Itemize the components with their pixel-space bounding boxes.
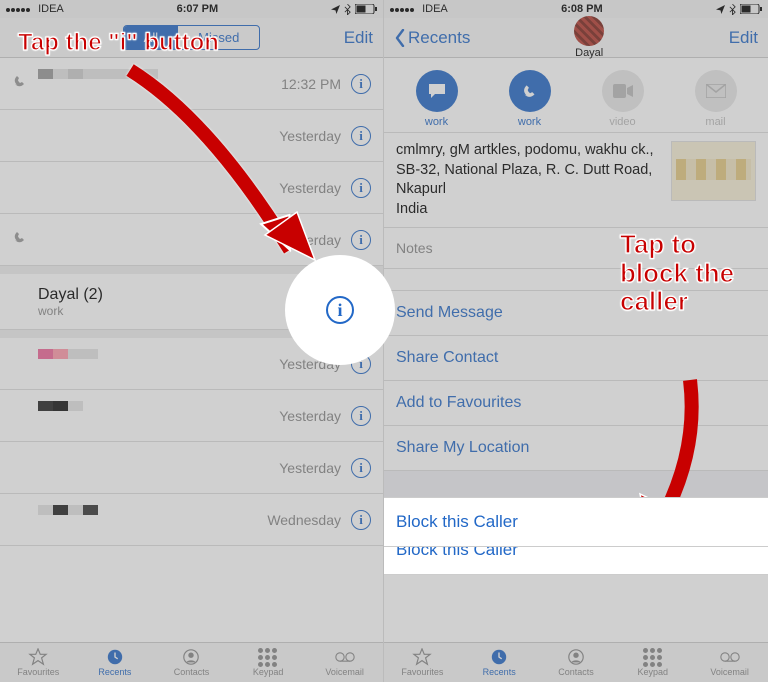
nav-bar: Recents Dayal Edit	[384, 18, 768, 58]
info-icon[interactable]: i	[351, 74, 371, 94]
tab-bar: Favourites Recents Contacts Keypad Voice…	[0, 642, 383, 682]
tab-voicemail[interactable]: Voicemail	[691, 643, 768, 682]
row-time: Yesterday	[279, 356, 341, 372]
status-time: 6:08 PM	[448, 3, 716, 15]
message-icon	[416, 70, 458, 112]
share-contact-link[interactable]: Share Contact	[384, 336, 768, 381]
avatar	[574, 16, 604, 46]
action-mail: mail	[669, 70, 762, 128]
bluetooth-icon	[344, 4, 351, 15]
screen-recents: IDEA 6:07 PM All Missed Edit 12:32 PM i …	[0, 0, 384, 682]
tab-bar: Favourites Recents Contacts Keypad Voice…	[384, 642, 768, 682]
segment-missed[interactable]: Missed	[178, 26, 259, 49]
send-message-link[interactable]: Send Message	[384, 291, 768, 336]
row-sub: work	[38, 304, 273, 318]
row-time: Ye ay	[283, 294, 341, 310]
carrier-label: IDEA	[422, 3, 448, 15]
map-thumbnail[interactable]	[671, 141, 756, 201]
row-time: Yesterday	[279, 180, 341, 196]
mail-icon	[695, 70, 737, 112]
tab-keypad[interactable]: Keypad	[614, 643, 691, 682]
location-icon	[716, 5, 725, 14]
contact-actions: work work video mail	[384, 58, 768, 132]
row-time: Wednesday	[267, 512, 341, 528]
recents-row[interactable]: Wednesday i	[0, 494, 383, 546]
battery-icon	[355, 4, 377, 14]
info-icon[interactable]: i	[351, 230, 371, 250]
chevron-left-icon	[394, 29, 406, 47]
notes-row[interactable]: Notes	[384, 228, 768, 269]
bluetooth-icon	[729, 4, 736, 15]
tab-favourites[interactable]: Favourites	[0, 643, 77, 682]
row-time: Yesterday	[279, 460, 341, 476]
tab-favourites[interactable]: Favourites	[384, 643, 461, 682]
recents-row[interactable]: Yesterday i	[0, 110, 383, 162]
recents-list[interactable]: 12:32 PM i Yesterday i Yesterday i Yeste…	[0, 58, 383, 642]
outgoing-call-icon	[12, 73, 28, 94]
screen-contact-detail: IDEA 6:08 PM Recents Dayal Edit work wor…	[384, 0, 768, 682]
contact-header: Dayal	[470, 16, 708, 59]
recents-row[interactable]: Yesterday i	[0, 214, 383, 266]
tab-contacts[interactable]: Contacts	[153, 643, 230, 682]
info-icon[interactable]: i	[351, 510, 371, 530]
status-time: 6:07 PM	[64, 3, 331, 15]
info-icon[interactable]: i	[351, 458, 371, 478]
recents-row[interactable]: Yesterday i	[0, 162, 383, 214]
status-right	[331, 4, 377, 15]
tab-recents[interactable]: Recents	[77, 643, 154, 682]
tab-contacts[interactable]: Contacts	[538, 643, 615, 682]
row-time: Yesterday	[279, 408, 341, 424]
carrier-label: IDEA	[38, 3, 64, 15]
tab-recents[interactable]: Recents	[461, 643, 538, 682]
add-favourites-link[interactable]: Add to Favourites	[384, 381, 768, 426]
edit-button[interactable]: Edit	[323, 28, 373, 48]
row-time: Yesterday	[279, 128, 341, 144]
recents-row[interactable]: Yesterday i	[0, 390, 383, 442]
action-message[interactable]: work	[390, 70, 483, 128]
info-icon[interactable]: i	[351, 178, 371, 198]
status-bar: IDEA 6:07 PM	[0, 0, 383, 18]
edit-button[interactable]: Edit	[708, 28, 758, 48]
battery-icon	[740, 4, 762, 14]
row-time: 12:32 PM	[281, 76, 341, 92]
tab-keypad[interactable]: Keypad	[230, 643, 307, 682]
recents-row[interactable]: Yesterday i	[0, 442, 383, 494]
segment-all[interactable]: All	[124, 26, 178, 49]
info-icon[interactable]: i	[351, 406, 371, 426]
contact-name: Dayal	[575, 47, 603, 59]
action-video: video	[576, 70, 669, 128]
back-button[interactable]: Recents	[394, 28, 470, 48]
video-icon	[602, 70, 644, 112]
address-text: cmlmry, gM artkles, podomu, wakhu ck., S…	[396, 141, 663, 219]
action-call[interactable]: work	[483, 70, 576, 128]
recents-row-dayal[interactable]: Dayal (2) work Ye ay	[0, 274, 383, 330]
row-time: Yesterday	[279, 232, 341, 248]
info-icon[interactable]: i	[351, 126, 371, 146]
address-row[interactable]: cmlmry, gM artkles, podomu, wakhu ck., S…	[384, 132, 768, 228]
location-icon	[331, 5, 340, 14]
info-icon[interactable]: i	[351, 354, 371, 374]
nav-bar: All Missed Edit	[0, 18, 383, 58]
phone-icon	[509, 70, 551, 112]
segment-control[interactable]: All Missed	[123, 25, 261, 50]
block-caller-button[interactable]: Block this Caller	[384, 497, 768, 547]
row-name: Dayal (2)	[38, 286, 273, 304]
recents-row[interactable]: Yesterday i	[0, 338, 383, 390]
recents-row[interactable]: 12:32 PM i	[0, 58, 383, 110]
outgoing-call-icon	[12, 229, 28, 250]
tab-voicemail[interactable]: Voicemail	[306, 643, 383, 682]
share-location-link[interactable]: Share My Location	[384, 426, 768, 471]
